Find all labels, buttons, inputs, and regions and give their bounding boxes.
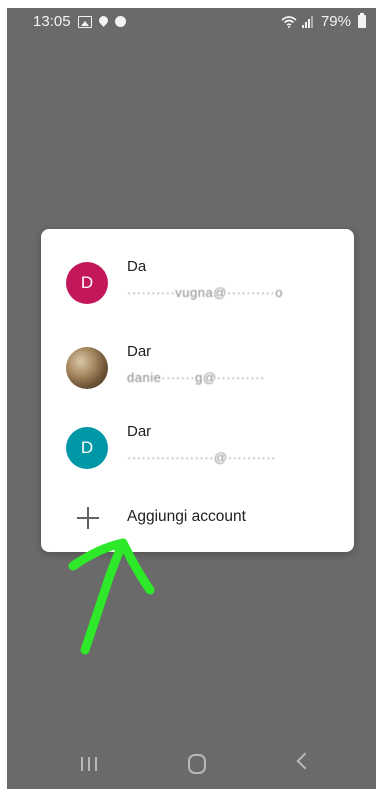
- status-left: 13:05: [33, 13, 126, 30]
- plus-icon: [77, 507, 99, 529]
- avatar-initial: D: [80, 438, 94, 457]
- account-item[interactable]: Dar danie·······g@··········: [41, 327, 354, 407]
- add-account-button[interactable]: Aggiungi account: [41, 497, 354, 537]
- status-right: 79%: [281, 13, 366, 30]
- avatar-photo: [66, 347, 108, 389]
- battery-icon: [358, 13, 366, 28]
- location-notification-icon: [96, 14, 110, 27]
- account-name: Da: [127, 258, 147, 275]
- gallery-notification-icon: [77, 15, 92, 28]
- back-icon[interactable]: [296, 752, 314, 770]
- avatar: D: [66, 262, 108, 304]
- phone-screen: 13:05 79% D Da ··········vugna@·········…: [7, 8, 376, 789]
- add-account-label: Aggiungi account: [127, 508, 246, 525]
- status-time: 13:05: [33, 13, 71, 30]
- account-name: Dar: [127, 423, 152, 440]
- wifi-icon: [281, 15, 297, 28]
- recent-apps-icon[interactable]: [81, 757, 99, 771]
- signal-icon: [301, 15, 316, 28]
- account-item[interactable]: D Da ··········vugna@··········o: [41, 243, 354, 323]
- avatar: D: [66, 427, 108, 469]
- debug-notification-icon: [114, 16, 126, 27]
- navigation-bar: [7, 739, 376, 789]
- home-icon[interactable]: [188, 754, 206, 774]
- account-email: ··········vugna@··········o: [127, 285, 283, 300]
- account-email: ··················@··········: [127, 450, 276, 465]
- account-name: Dar: [127, 343, 152, 360]
- account-item[interactable]: D Dar ··················@··········: [41, 407, 354, 487]
- avatar-initial: D: [80, 273, 94, 292]
- battery-percent: 79%: [320, 13, 351, 30]
- status-bar: 13:05 79%: [7, 8, 376, 36]
- account-chooser-dialog: D Da ··········vugna@··········o Dar dan…: [41, 229, 354, 552]
- account-email: danie·······g@··········: [127, 370, 265, 385]
